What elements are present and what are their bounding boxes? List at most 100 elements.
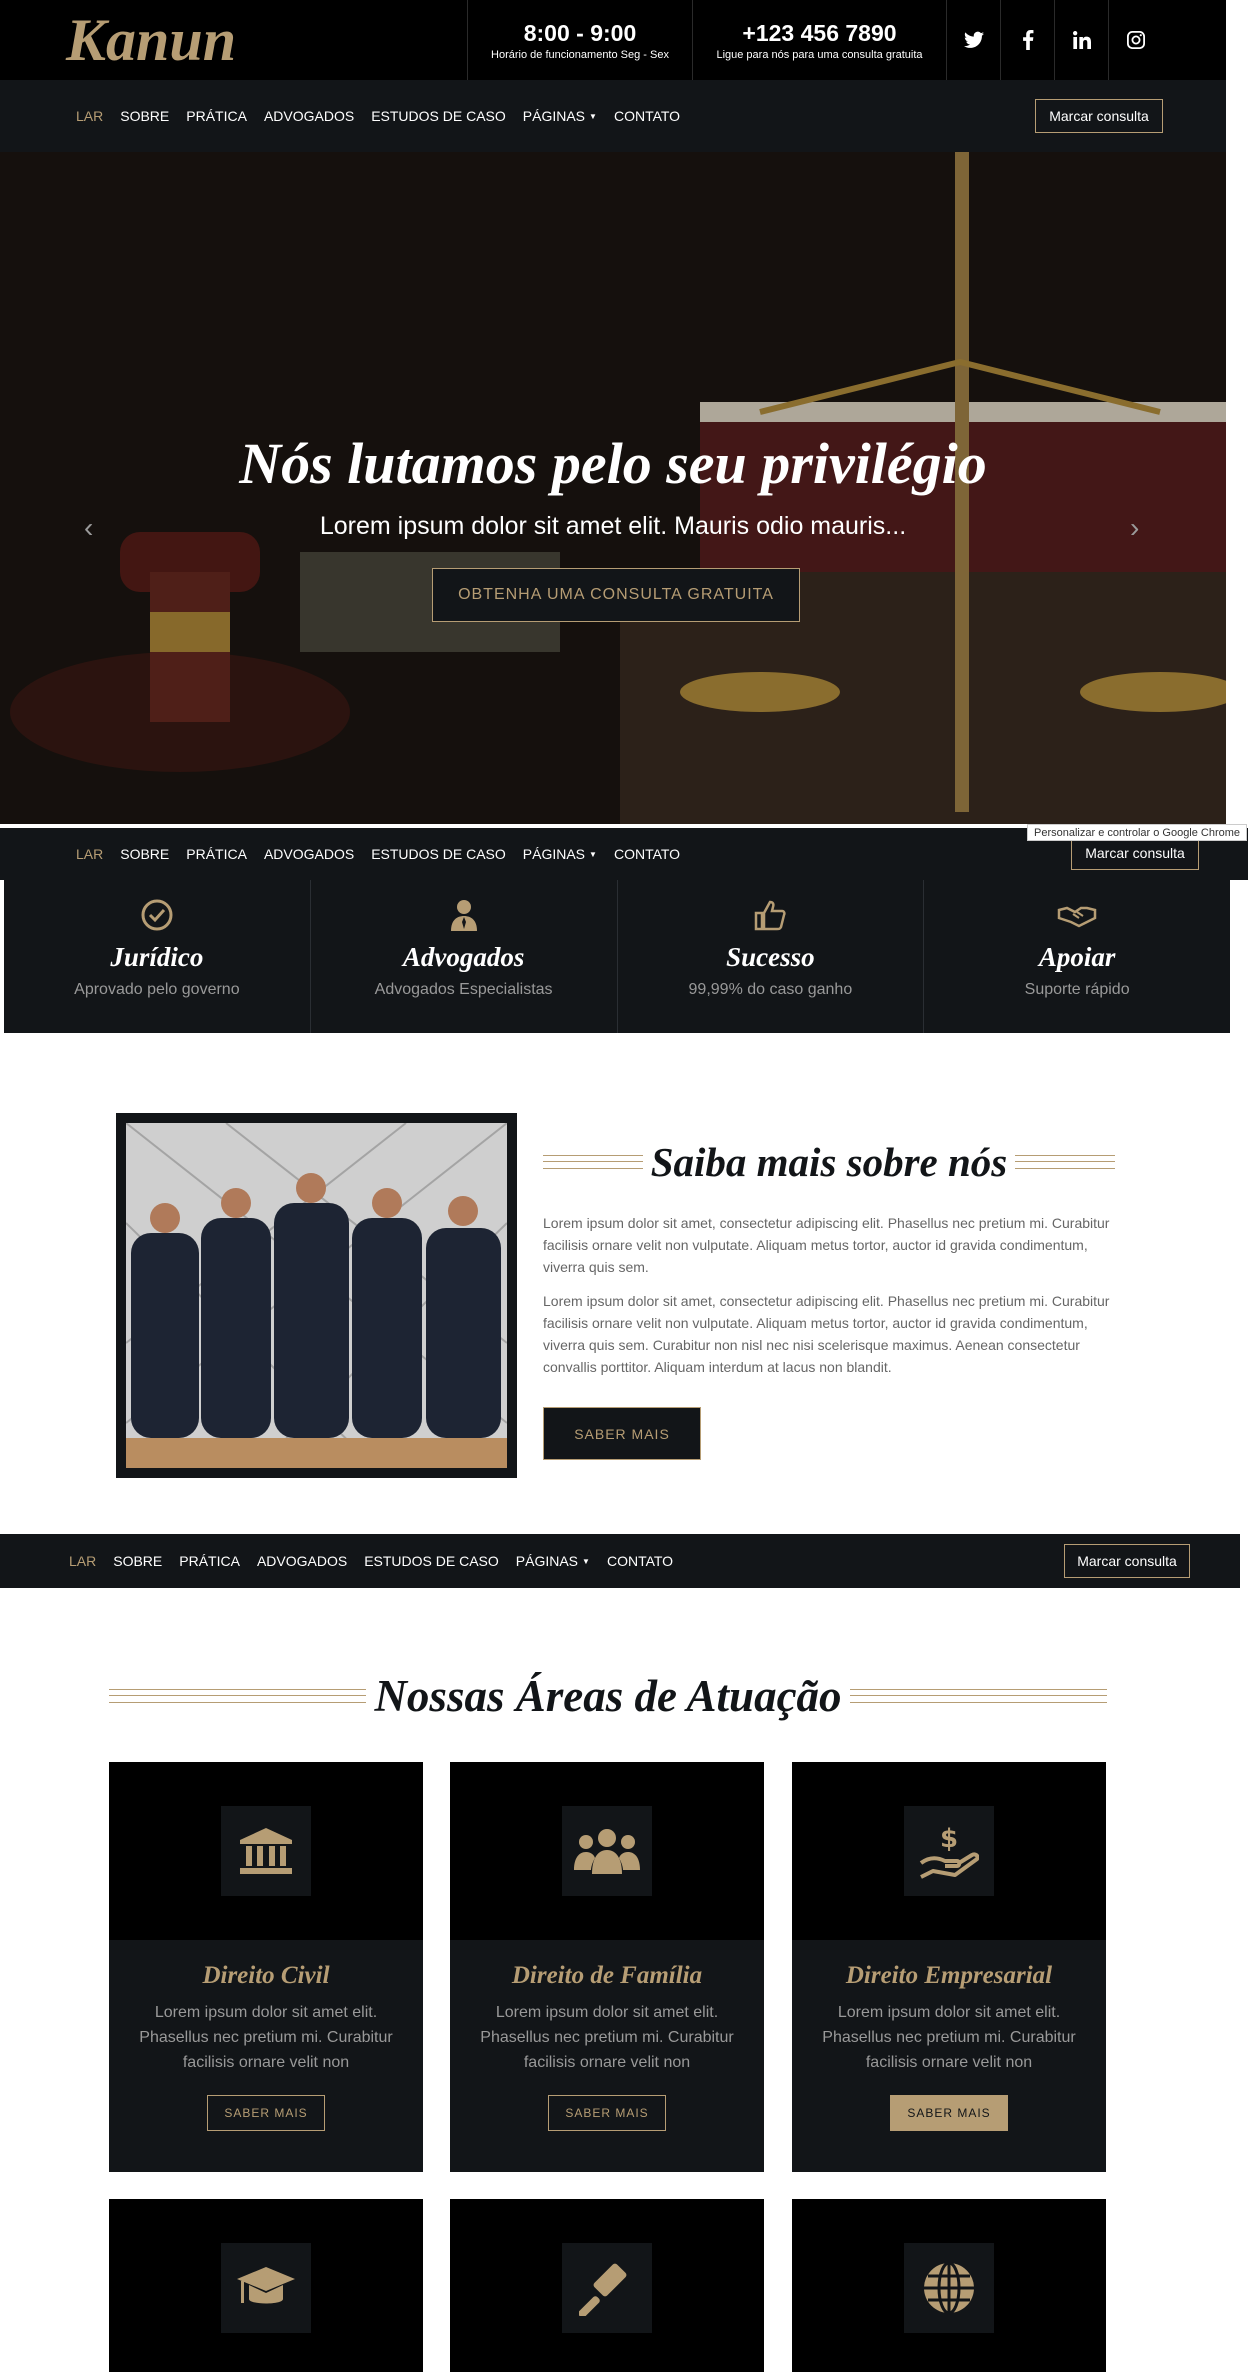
practice-card-education <box>109 2199 423 2372</box>
card-image-area <box>109 2199 423 2372</box>
graduation-cap-icon <box>237 2267 295 2304</box>
caret-down-icon: ▼ <box>589 111 597 121</box>
nav-item-pages[interactable]: PÁGINAS ▼ <box>523 108 597 124</box>
card-title: Direito de Família <box>511 1962 703 1989</box>
nav-item-about[interactable]: SOBRE <box>120 108 169 124</box>
sticky-nav-item-pages[interactable]: PÁGINAS ▼ <box>523 846 597 862</box>
sticky2-nav-item-lawyers[interactable]: ADVOGADOS <box>257 1553 347 1569</box>
nav-item-lawyers[interactable]: ADVOGADOS <box>264 108 354 124</box>
card-icon-box <box>562 1806 652 1896</box>
hero-title: Nós lutamos pelo seu privilégio <box>239 431 987 496</box>
practice-card-civil: Direito Civil Lorem ipsum dolor sit amet… <box>109 1762 423 2172</box>
sticky2-nav-item-contact[interactable]: CONTATO <box>607 1553 673 1569</box>
practice-card-family: Direito de Família Lorem ipsum dolor sit… <box>450 1762 764 2172</box>
sticky-nav-2-links: LAR SOBRE PRÁTICA ADVOGADOS ESTUDOS DE C… <box>0 1553 690 1569</box>
hours-label: Horário de funcionamento Seg - Sex <box>491 49 669 61</box>
hero-subtitle: Lorem ipsum dolor sit amet elit. Mauris … <box>319 512 907 540</box>
feature-title: Advogados <box>402 942 525 972</box>
business-money-icon: $ <box>919 1824 979 1879</box>
book-consultation-button[interactable]: Marcar consulta <box>1035 99 1163 133</box>
sticky-nav-item-practice[interactable]: PRÁTICA <box>186 846 247 862</box>
sticky2-nav-item-practice[interactable]: PRÁTICA <box>179 1553 240 1569</box>
nav-item-pages-label: PÁGINAS <box>522 108 586 124</box>
card-desc: Lorem ipsum dolor sit amet elit. Phasell… <box>480 2004 734 2071</box>
bank-icon <box>240 1828 292 1874</box>
nav-item-case-studies[interactable]: ESTUDOS DE CASO <box>371 108 506 124</box>
feature-desc: Advogados Especialistas <box>374 981 553 998</box>
carousel-next-icon[interactable]: › <box>1130 512 1139 544</box>
phone-value: +123 456 7890 <box>742 20 897 46</box>
card-icon-box <box>562 2243 652 2333</box>
feature-title: Sucesso <box>726 942 815 972</box>
facebook-icon[interactable] <box>1000 0 1054 80</box>
about-title: Saiba mais sobre nós <box>650 1139 1008 1185</box>
about-learn-more-button[interactable]: SABER MAIS <box>543 1407 701 1460</box>
practice-title: Nossas Áreas de Atuação <box>374 1671 842 1721</box>
card-icon-box <box>221 1806 311 1896</box>
phone-label: Ligue para nós para uma consulta gratuit… <box>716 49 923 61</box>
caret-down-icon: ▼ <box>589 849 597 859</box>
sticky2-nav-item-pages-label: PÁGINAS <box>515 1553 579 1569</box>
title-decoration-left <box>543 1155 643 1169</box>
hero-carousel: Nós lutamos pelo seu privilégio Lorem ip… <box>0 152 1226 824</box>
chrome-tooltip: Personalizar e controlar o Google Chrome <box>1027 824 1248 841</box>
card-icon-box <box>904 2243 994 2333</box>
feature-desc: Aprovado pelo governo <box>74 981 240 998</box>
globe-icon <box>924 2261 974 2315</box>
sticky-book-consultation-button[interactable]: Marcar consulta <box>1071 836 1199 870</box>
sticky2-nav-item-pages[interactable]: PÁGINAS ▼ <box>516 1553 590 1569</box>
sticky2-nav-item-case-studies[interactable]: ESTUDOS DE CASO <box>364 1553 499 1569</box>
sticky2-nav-item-about[interactable]: SOBRE <box>113 1553 162 1569</box>
sticky-nav-links: LAR SOBRE PRÁTICA ADVOGADOS ESTUDOS DE C… <box>0 846 697 862</box>
nav-item-practice[interactable]: PRÁTICA <box>186 108 247 124</box>
free-consultation-button[interactable]: OBTENHA UMA CONSULTA GRATUITA <box>432 568 800 622</box>
card-image-area <box>450 2199 764 2372</box>
handshake-icon <box>1057 906 1097 928</box>
nav-links: LAR SOBRE PRÁTICA ADVOGADOS ESTUDOS DE C… <box>0 108 697 124</box>
instagram-icon[interactable] <box>1108 0 1162 80</box>
lawyer-icon <box>450 900 477 931</box>
sticky-nav-item-home[interactable]: LAR <box>76 846 103 862</box>
card-image-area: $ <box>792 1762 1106 1940</box>
card-title: Direito Empresarial <box>845 1962 1053 1989</box>
hours-info: 8:00 - 9:00 Horário de funcionamento Seg… <box>467 0 692 80</box>
title-decoration-right <box>849 1689 1108 1703</box>
feature-title: Jurídico <box>110 942 204 972</box>
phone-info: +123 456 7890 Ligue para nós para uma co… <box>692 0 946 80</box>
sticky2-book-consultation-button[interactable]: Marcar consulta <box>1064 1544 1190 1578</box>
feature-desc: 99,99% do caso ganho <box>688 981 853 998</box>
feature-lawyers: Advogados Advogados Especialistas <box>311 880 618 1033</box>
practice-card-international <box>792 2199 1106 2372</box>
team-photo <box>126 1123 507 1468</box>
sticky-nav-item-about[interactable]: SOBRE <box>120 846 169 862</box>
card-learn-more-button[interactable]: SABER MAIS <box>890 2095 1008 2131</box>
caret-down-icon: ▼ <box>582 1556 590 1566</box>
features-strip: Jurídico Aprovado pelo governo Advogados… <box>4 880 1230 1033</box>
carousel-prev-icon[interactable]: ‹ <box>84 512 93 544</box>
twitter-icon[interactable] <box>946 0 1000 80</box>
card-learn-more-button[interactable]: SABER MAIS <box>207 2095 325 2131</box>
title-decoration-right <box>1015 1155 1115 1169</box>
practice-card-criminal <box>450 2199 764 2372</box>
thumbs-up-icon <box>755 900 787 931</box>
linkedin-icon[interactable] <box>1054 0 1108 80</box>
card-image-area <box>109 1762 423 1940</box>
feature-legal: Jurídico Aprovado pelo governo <box>4 880 311 1033</box>
sticky2-nav-item-home[interactable]: LAR <box>69 1553 96 1569</box>
sticky-nav-item-contact[interactable]: CONTATO <box>614 846 680 862</box>
hours-value: 8:00 - 9:00 <box>523 20 637 46</box>
main-nav: LAR SOBRE PRÁTICA ADVOGADOS ESTUDOS DE C… <box>0 80 1226 152</box>
card-image-area <box>450 1762 764 1940</box>
sticky-nav-item-case-studies[interactable]: ESTUDOS DE CASO <box>371 846 506 862</box>
card-desc: Lorem ipsum dolor sit amet elit. Phasell… <box>139 2004 393 2071</box>
nav-item-home[interactable]: LAR <box>76 108 103 124</box>
sticky-nav-item-lawyers[interactable]: ADVOGADOS <box>264 846 354 862</box>
team-photo-illustration <box>126 1123 507 1468</box>
nav-item-contact[interactable]: CONTATO <box>614 108 680 124</box>
logo[interactable]: Kanun <box>0 0 467 80</box>
card-learn-more-button[interactable]: SABER MAIS <box>548 2095 666 2131</box>
feature-title: Apoiar <box>1038 942 1116 972</box>
check-circle-icon <box>141 899 173 931</box>
card-title: Direito Civil <box>202 1962 330 1989</box>
